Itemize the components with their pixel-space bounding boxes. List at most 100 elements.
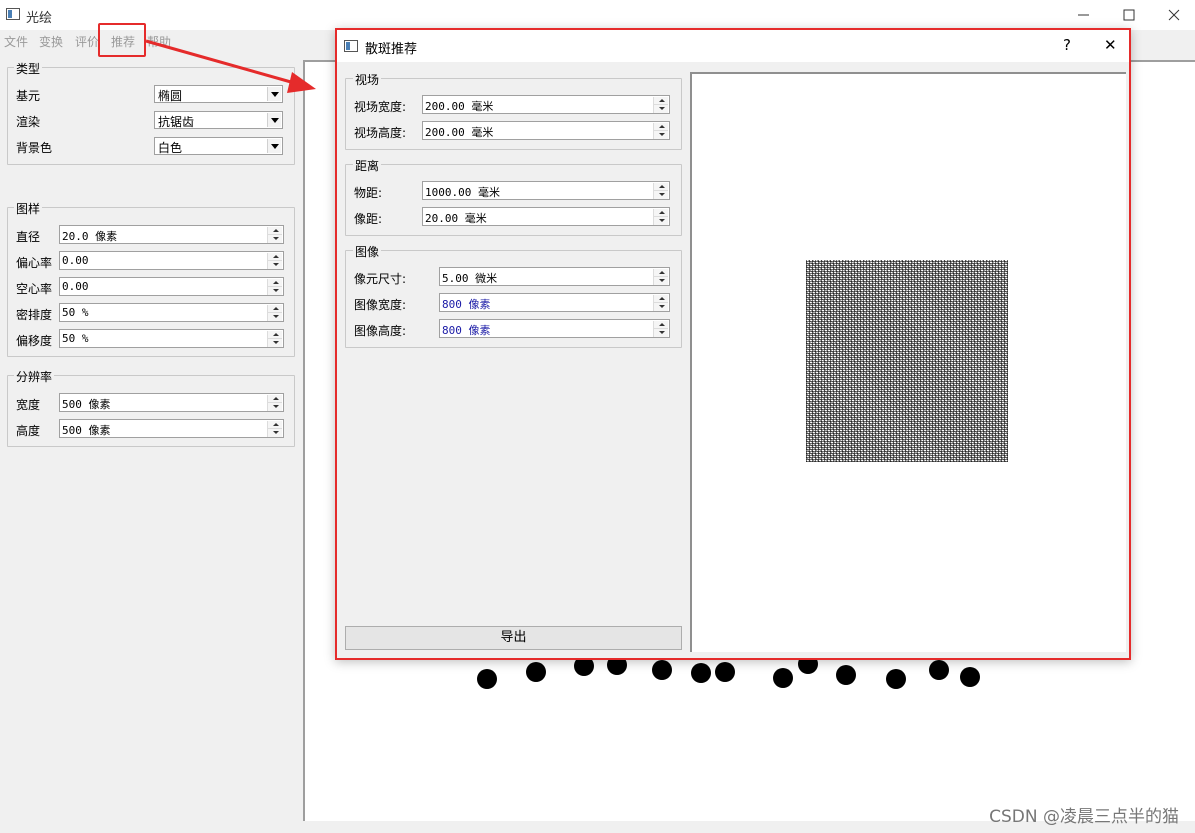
dialog-close-button[interactable]: ✕	[1104, 36, 1117, 54]
speckle-dot	[886, 669, 906, 689]
offset-label: 偏移度	[16, 334, 53, 348]
spin-down-icon[interactable]	[267, 429, 282, 437]
speckle-dot	[773, 668, 793, 688]
spin-up-icon[interactable]	[653, 295, 668, 303]
image-width-value: 800 像素	[442, 298, 491, 311]
close-button[interactable]	[1151, 0, 1195, 30]
spin-down-icon[interactable]	[267, 287, 282, 295]
menu-evaluate[interactable]: 评价	[75, 33, 99, 50]
diameter-spinbox[interactable]: 20.0 像素	[59, 225, 284, 244]
density-label: 密排度	[16, 308, 53, 322]
image-distance-spinbox[interactable]: 20.00 毫米	[422, 207, 670, 226]
chevron-down-icon[interactable]	[267, 87, 281, 101]
density-spinbox[interactable]: 50 %	[59, 303, 284, 322]
spin-down-icon[interactable]	[653, 217, 668, 225]
title-bar	[0, 0, 1195, 30]
spin-down-icon[interactable]	[653, 105, 668, 113]
object-distance-spinbox[interactable]: 1000.00 毫米	[422, 181, 670, 200]
spin-down-icon[interactable]	[653, 191, 668, 199]
speckle-dot	[526, 662, 546, 682]
render-label: 渲染	[16, 115, 41, 129]
pixel-size-spinbox[interactable]: 5.00 微米	[439, 267, 670, 286]
eccentricity-spinbox[interactable]: 0.00	[59, 251, 284, 270]
spin-up-icon[interactable]	[653, 321, 668, 329]
spin-down-icon[interactable]	[267, 403, 282, 411]
pixel-size-label: 像元尺寸:	[354, 272, 407, 286]
eccentricity-label: 偏心率	[16, 256, 53, 270]
image-distance-value: 20.00 毫米	[425, 212, 487, 225]
fov-height-value: 200.00 毫米	[425, 126, 494, 139]
image-height-spinbox[interactable]: 800 像素	[439, 319, 670, 338]
maximize-button[interactable]	[1106, 0, 1152, 30]
spin-up-icon[interactable]	[267, 331, 282, 339]
spin-up-icon[interactable]	[267, 253, 282, 261]
speckle-dot	[652, 660, 672, 680]
density-value: 50 %	[62, 306, 89, 319]
offset-value: 50 %	[62, 332, 89, 345]
image-height-label: 图像高度:	[354, 324, 407, 338]
dialog-title-bar	[337, 30, 1129, 62]
spin-down-icon[interactable]	[653, 277, 668, 285]
pattern-group-title: 图样	[14, 200, 43, 217]
maximize-icon	[1123, 9, 1135, 21]
distance-group-title: 距离	[353, 157, 382, 174]
minimize-button[interactable]	[1061, 0, 1107, 30]
width-label: 宽度	[16, 398, 41, 412]
speckle-dot	[477, 669, 497, 689]
menu-transform[interactable]: 变换	[39, 33, 63, 50]
object-distance-label: 物距:	[354, 186, 383, 200]
spin-up-icon[interactable]	[653, 209, 668, 217]
hollow-spinbox[interactable]: 0.00	[59, 277, 284, 296]
image-width-label: 图像宽度:	[354, 298, 407, 312]
primitive-combo[interactable]: 椭圆	[154, 85, 283, 103]
spin-up-icon[interactable]	[267, 305, 282, 313]
fov-width-spinbox[interactable]: 200.00 毫米	[422, 95, 670, 114]
hollow-label: 空心率	[16, 282, 53, 296]
app-icon	[6, 8, 20, 20]
spin-down-icon[interactable]	[267, 339, 282, 347]
close-icon	[1168, 9, 1180, 21]
spin-up-icon[interactable]	[267, 421, 282, 429]
spin-up-icon[interactable]	[267, 395, 282, 403]
speckle-dot	[691, 663, 711, 683]
speckle-dot	[715, 662, 735, 682]
watermark: CSDN @凌晨三点半的猫	[989, 807, 1179, 827]
spin-down-icon[interactable]	[653, 131, 668, 139]
background-value: 白色	[158, 141, 183, 155]
hollow-value: 0.00	[62, 280, 89, 293]
resolution-group-title: 分辨率	[14, 368, 55, 385]
fov-width-value: 200.00 毫米	[425, 100, 494, 113]
chevron-down-icon[interactable]	[267, 113, 281, 127]
dialog-title: 散斑推荐	[365, 42, 418, 57]
menu-help[interactable]: 帮助	[147, 33, 171, 50]
spin-down-icon[interactable]	[267, 261, 282, 269]
spin-up-icon[interactable]	[653, 123, 668, 131]
render-combo[interactable]: 抗锯齿	[154, 111, 283, 129]
fov-height-label: 视场高度:	[354, 126, 407, 140]
background-combo[interactable]: 白色	[154, 137, 283, 155]
image-width-spinbox[interactable]: 800 像素	[439, 293, 670, 312]
spin-down-icon[interactable]	[653, 329, 668, 337]
spin-up-icon[interactable]	[267, 227, 282, 235]
spin-down-icon[interactable]	[653, 303, 668, 311]
height-spinbox[interactable]: 500 像素	[59, 419, 284, 438]
spin-up-icon[interactable]	[653, 97, 668, 105]
spin-down-icon[interactable]	[267, 235, 282, 243]
height-value: 500 像素	[62, 424, 111, 437]
fov-width-label: 视场宽度:	[354, 100, 407, 114]
width-spinbox[interactable]: 500 像素	[59, 393, 284, 412]
fov-height-spinbox[interactable]: 200.00 毫米	[422, 121, 670, 140]
image-height-value: 800 像素	[442, 324, 491, 337]
offset-spinbox[interactable]: 50 %	[59, 329, 284, 348]
menu-file[interactable]: 文件	[4, 33, 28, 50]
spin-up-icon[interactable]	[653, 269, 668, 277]
chevron-down-icon[interactable]	[267, 139, 281, 153]
spin-down-icon[interactable]	[267, 313, 282, 321]
help-button[interactable]: ?	[1063, 36, 1071, 54]
spin-up-icon[interactable]	[267, 279, 282, 287]
spin-up-icon[interactable]	[653, 183, 668, 191]
image-distance-label: 像距:	[354, 212, 383, 226]
diameter-value: 20.0 像素	[62, 230, 118, 243]
export-button[interactable]: 导出	[345, 626, 682, 650]
speckle-preview	[690, 72, 1126, 652]
